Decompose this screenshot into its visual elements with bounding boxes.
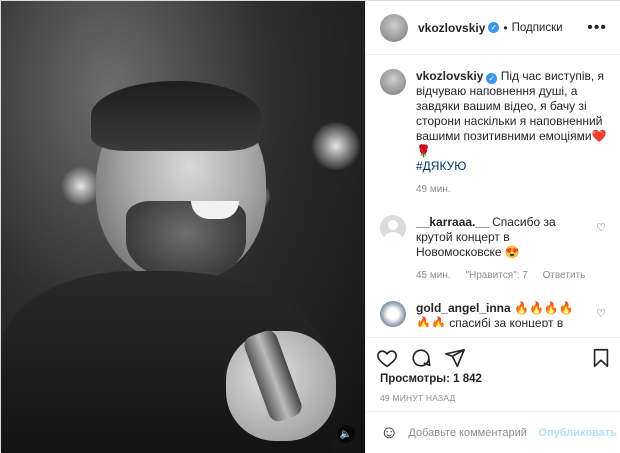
- views-label: Просмотры:: [380, 373, 450, 385]
- post-caption: vkozlovskiy ✓ Під час виступів, я відчува…: [380, 69, 608, 195]
- author-avatar[interactable]: [380, 69, 406, 95]
- post-sidebar: vkozlovskiy ✓ • Подписки ••• vkozlovskiy…: [365, 1, 620, 453]
- comment-time: 45 мин.: [416, 270, 451, 281]
- heart-icon[interactable]: ♡: [596, 307, 606, 320]
- add-comment-bar: ☺ Опубликовать: [366, 411, 620, 453]
- bookmark-icon[interactable]: [590, 347, 612, 369]
- commenter-username[interactable]: __karraaa.__: [416, 215, 489, 229]
- views-count: Просмотры: 1 842: [380, 373, 482, 385]
- comment-icon[interactable]: [410, 347, 432, 369]
- performer-hair: [91, 81, 261, 151]
- emoji-icon[interactable]: ☺: [380, 422, 398, 443]
- stage-light: [61, 166, 101, 206]
- post-header: vkozlovskiy ✓ • Подписки •••: [366, 1, 620, 55]
- commenter-username[interactable]: gold_angel_inna: [416, 301, 511, 315]
- post-modal: 🔈 vkozlovskiy ✓ • Подписки ••• vkozlovsk…: [0, 0, 620, 453]
- verified-badge-icon: ✓: [488, 22, 500, 33]
- comment-item: gold_angel_inna 🔥🔥🔥🔥🔥🔥 спасибі за концер…: [380, 301, 608, 327]
- commenter-avatar[interactable]: [380, 215, 406, 241]
- commenter-avatar[interactable]: [380, 301, 406, 327]
- author-avatar[interactable]: [380, 13, 408, 42]
- views-number: 1 842: [453, 373, 482, 385]
- post-time-ago: 49 МИНУТ НАЗАД: [380, 393, 456, 403]
- caption-username[interactable]: vkozlovskiy: [416, 69, 483, 83]
- comment-text: __karraaa.__ Спасибо за крутой концерт в…: [416, 215, 586, 260]
- comment-text: gold_angel_inna 🔥🔥🔥🔥🔥🔥 спасибі за концер…: [416, 301, 586, 327]
- caption-text: vkozlovskiy ✓ Під час виступів, я відчува…: [416, 69, 612, 174]
- hashtag-link[interactable]: #ДЯКУЮ: [416, 159, 466, 173]
- author-username[interactable]: vkozlovskiy: [418, 21, 485, 35]
- heart-icon[interactable]: [376, 347, 398, 369]
- post-actions: [366, 337, 620, 377]
- caption-time: 49 мин.: [416, 184, 451, 195]
- verified-badge-icon: ✓: [486, 73, 498, 84]
- stage-light: [311, 121, 361, 171]
- comment-input[interactable]: [408, 426, 529, 439]
- more-options-icon[interactable]: •••: [587, 19, 607, 37]
- share-icon[interactable]: [444, 347, 466, 369]
- publish-button[interactable]: Опубликовать: [538, 427, 617, 439]
- comment-item: __karraaa.__ Спасибо за крутой концерт в…: [380, 215, 608, 281]
- comment-likes[interactable]: "Нравится": 7: [465, 270, 527, 281]
- separator-dot: •: [503, 20, 508, 35]
- comments-list[interactable]: vkozlovskiy ✓ Під час виступів, я відчува…: [366, 55, 620, 327]
- post-video[interactable]: 🔈: [1, 1, 365, 453]
- comment-meta: 45 мин. "Нравится": 7 Ответить: [416, 270, 597, 281]
- following-button[interactable]: Подписки: [512, 22, 563, 34]
- heart-icon[interactable]: ♡: [596, 221, 606, 234]
- speaker-icon[interactable]: 🔈: [337, 425, 355, 443]
- reply-button[interactable]: Ответить: [543, 270, 586, 281]
